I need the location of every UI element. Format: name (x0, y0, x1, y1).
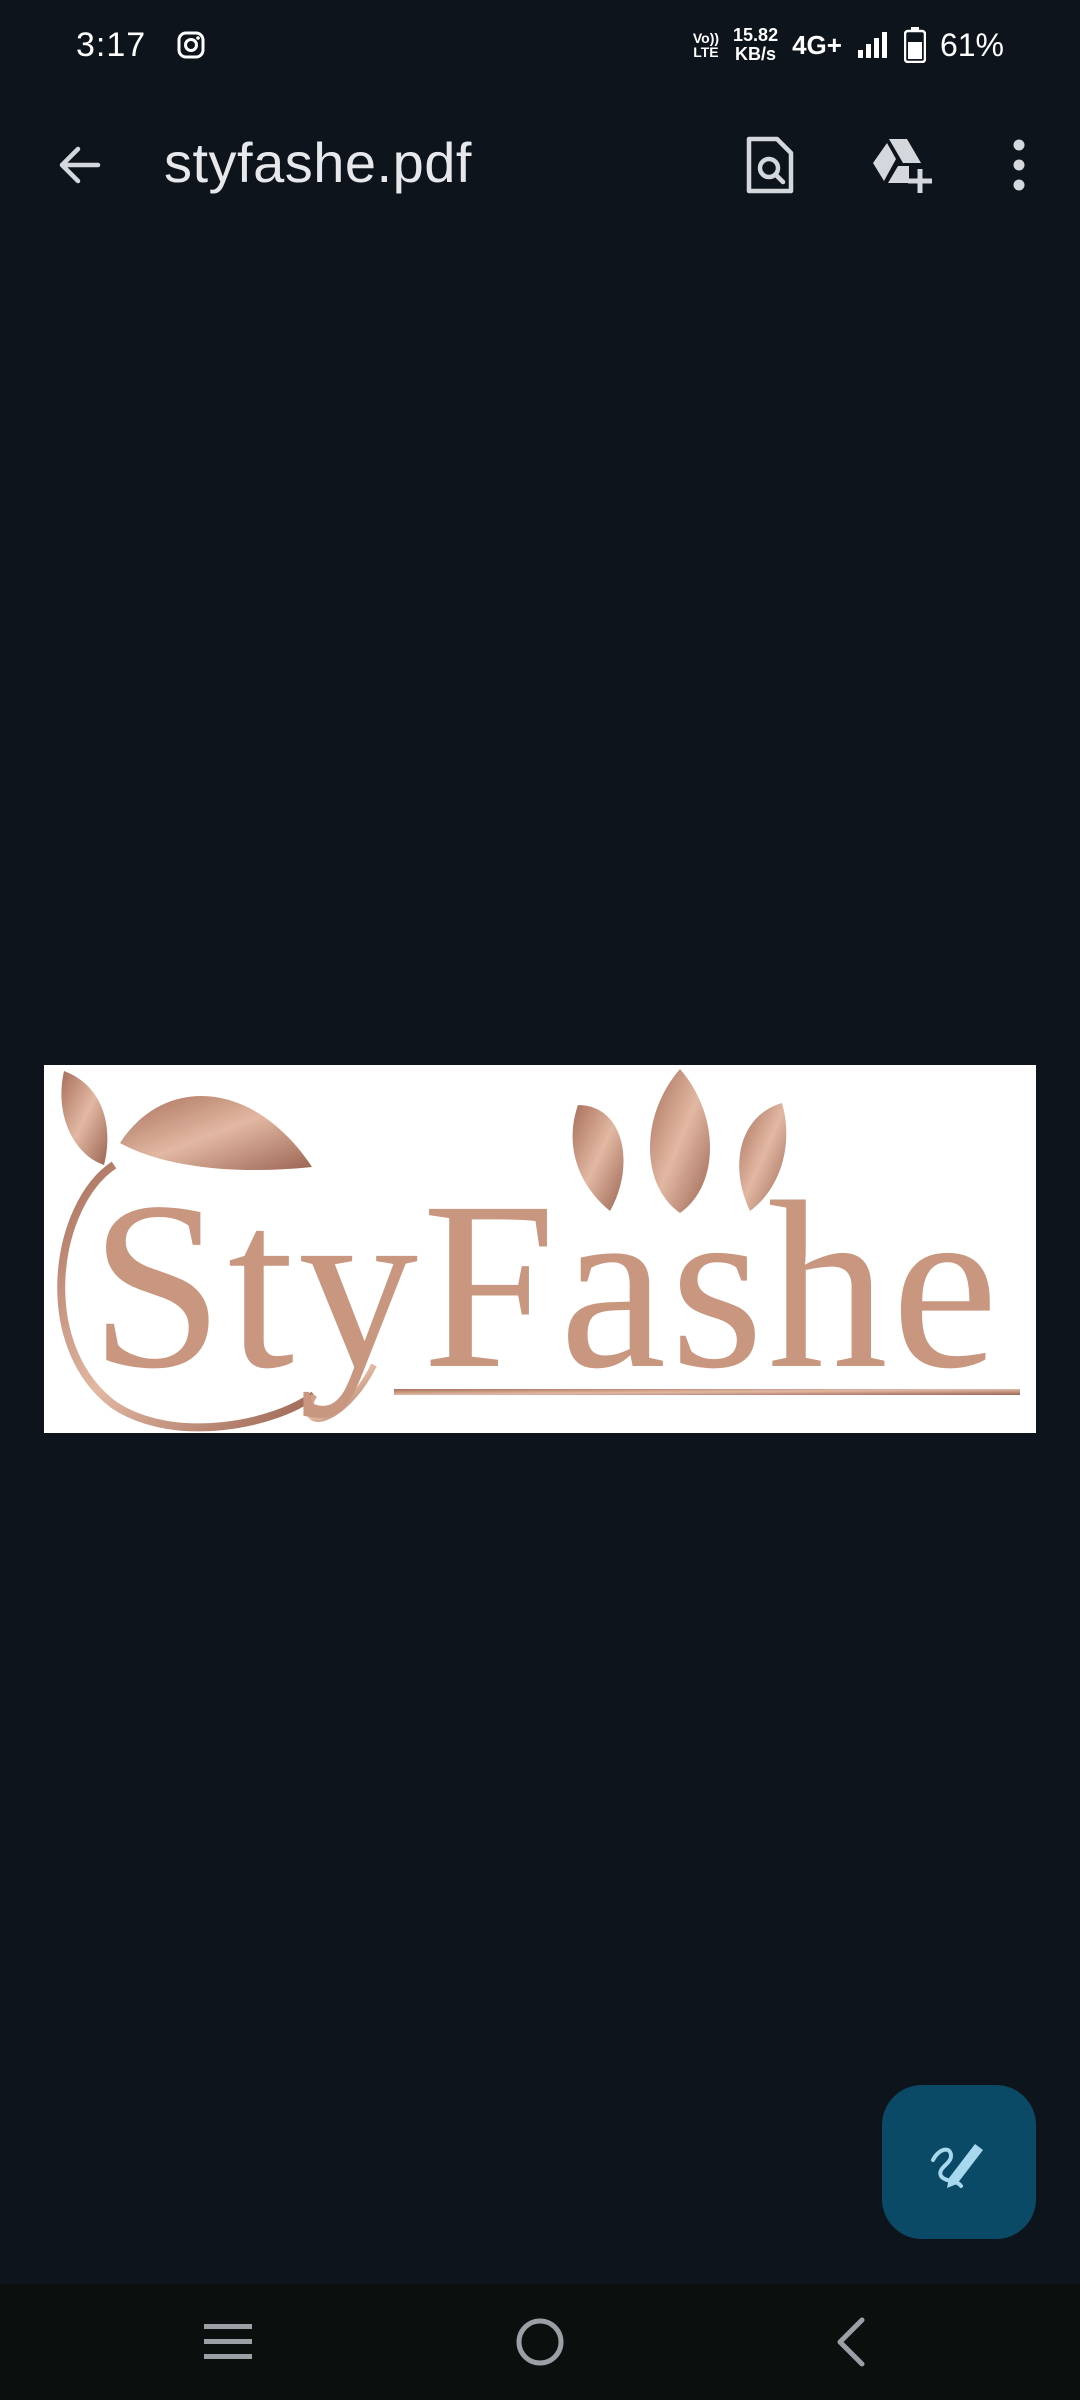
battery-percentage: 61% (939, 26, 1004, 63)
annotate-pen-icon (931, 2144, 983, 2188)
speed-unit: KB/s (735, 44, 777, 64)
add-to-drive-icon (873, 139, 932, 193)
recents-button[interactable] (198, 2312, 258, 2372)
network-type: 4G+ (792, 29, 842, 60)
system-nav-bar (0, 2284, 1080, 2400)
back-arrow-icon (59, 146, 101, 184)
home-button[interactable] (510, 2312, 570, 2372)
battery-icon (903, 27, 926, 63)
back-button[interactable] (50, 136, 108, 194)
instagram-icon (177, 31, 205, 59)
volte-line1: Vo)) (692, 30, 720, 46)
annotate-fab[interactable] (882, 2085, 1036, 2239)
app-bar: styfashe.pdf (0, 110, 1080, 220)
volte-indicator: Vo)) LTE (693, 31, 719, 59)
nav-back-button[interactable] (820, 2312, 880, 2372)
find-in-file-icon (746, 136, 794, 194)
add-to-drive-button[interactable] (868, 132, 934, 198)
logo-text: StyFashe (90, 1152, 1003, 1418)
recents-icon (204, 2324, 252, 2359)
find-in-file-button[interactable] (737, 132, 803, 198)
status-right: Vo)) LTE 15.82 KB/s 4G+ 61% (693, 26, 1004, 64)
volte-line2: LTE (693, 44, 719, 60)
status-left: 3:17 (76, 26, 206, 65)
status-bar: 3:17 Vo)) LTE 15.82 KB/s 4G+ 61% (0, 0, 1080, 90)
file-title: styfashe.pdf (164, 131, 472, 194)
network-speed: 15.82 KB/s (733, 26, 778, 64)
signal-icon (857, 32, 887, 58)
pdf-page[interactable]: StyFashe (44, 1065, 1036, 1433)
more-vert-icon (1013, 139, 1025, 191)
more-options-button[interactable] (986, 132, 1052, 198)
speed-value: 15.82 (733, 25, 779, 45)
back-icon (837, 2317, 865, 2367)
status-time: 3:17 (76, 25, 147, 64)
home-icon (516, 2318, 564, 2366)
